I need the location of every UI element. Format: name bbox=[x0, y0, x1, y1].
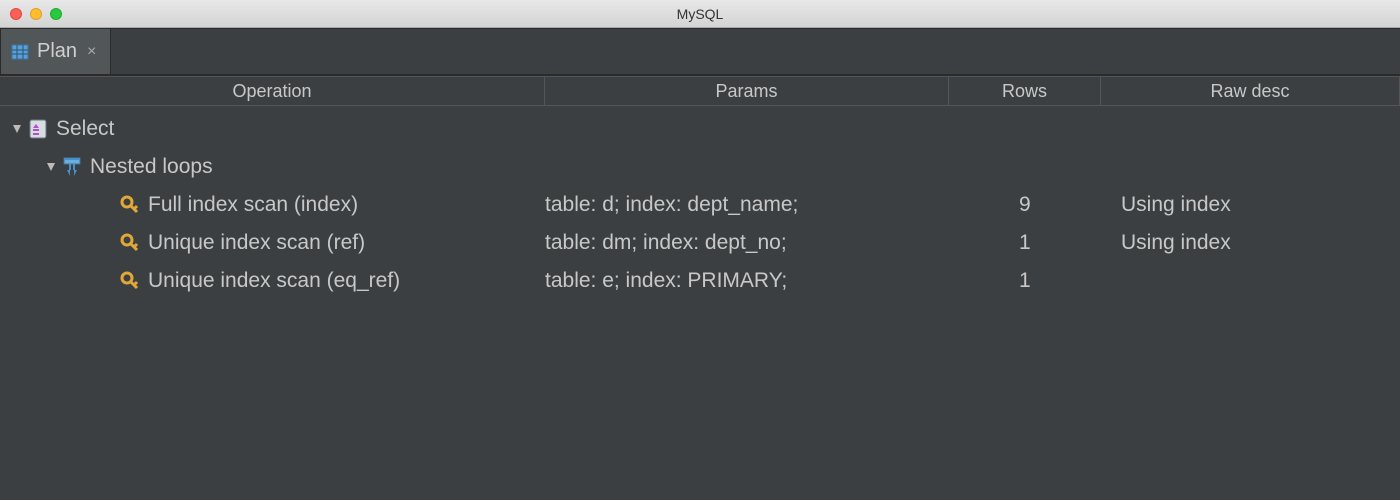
tree-row-leaf[interactable]: Full index scan (index) table: d; index:… bbox=[0, 186, 1400, 224]
key-icon bbox=[118, 233, 142, 253]
raw-cell: Using index bbox=[1101, 231, 1400, 255]
column-headers: Operation Params Rows Raw desc bbox=[0, 76, 1400, 106]
tree-row-leaf[interactable]: Unique index scan (eq_ref) table: e; ind… bbox=[0, 262, 1400, 300]
op-label: Nested loops bbox=[90, 155, 213, 179]
window-close-button[interactable] bbox=[10, 8, 22, 20]
nested-loops-icon bbox=[60, 156, 84, 178]
rows-cell: 1 bbox=[949, 269, 1101, 293]
key-icon bbox=[118, 195, 142, 215]
window-title: MySQL bbox=[677, 6, 724, 22]
titlebar: MySQL bbox=[0, 0, 1400, 28]
tab-bar: Plan × bbox=[0, 28, 1400, 76]
disclosure-triangle-icon[interactable] bbox=[42, 161, 60, 173]
table-icon bbox=[11, 43, 29, 61]
tree-row-select[interactable]: Select bbox=[0, 110, 1400, 148]
params-cell: table: d; index: dept_name; bbox=[545, 193, 949, 217]
op-label: Unique index scan (eq_ref) bbox=[148, 269, 400, 293]
tree-row-leaf[interactable]: Unique index scan (ref) table: dm; index… bbox=[0, 224, 1400, 262]
op-label: Full index scan (index) bbox=[148, 193, 358, 217]
plan-tree: Select Nested loops bbox=[0, 106, 1400, 300]
tree-row-nested-loops[interactable]: Nested loops bbox=[0, 148, 1400, 186]
header-rows[interactable]: Rows bbox=[949, 76, 1101, 105]
traffic-lights bbox=[0, 8, 62, 20]
key-icon bbox=[118, 271, 142, 291]
rows-cell: 9 bbox=[949, 193, 1101, 217]
window-minimize-button[interactable] bbox=[30, 8, 42, 20]
rows-cell: 1 bbox=[949, 231, 1101, 255]
raw-cell: Using index bbox=[1101, 193, 1400, 217]
op-label: Unique index scan (ref) bbox=[148, 231, 365, 255]
params-cell: table: dm; index: dept_no; bbox=[545, 231, 949, 255]
select-icon bbox=[26, 118, 50, 140]
tab-label: Plan bbox=[37, 40, 77, 63]
op-label: Select bbox=[56, 117, 114, 141]
window-maximize-button[interactable] bbox=[50, 8, 62, 20]
tab-plan[interactable]: Plan × bbox=[0, 28, 111, 74]
header-raw-desc[interactable]: Raw desc bbox=[1101, 76, 1400, 105]
disclosure-triangle-icon[interactable] bbox=[8, 123, 26, 135]
params-cell: table: e; index: PRIMARY; bbox=[545, 269, 949, 293]
tab-close-button[interactable]: × bbox=[87, 43, 96, 61]
header-operation[interactable]: Operation bbox=[0, 76, 545, 105]
header-params[interactable]: Params bbox=[545, 76, 949, 105]
